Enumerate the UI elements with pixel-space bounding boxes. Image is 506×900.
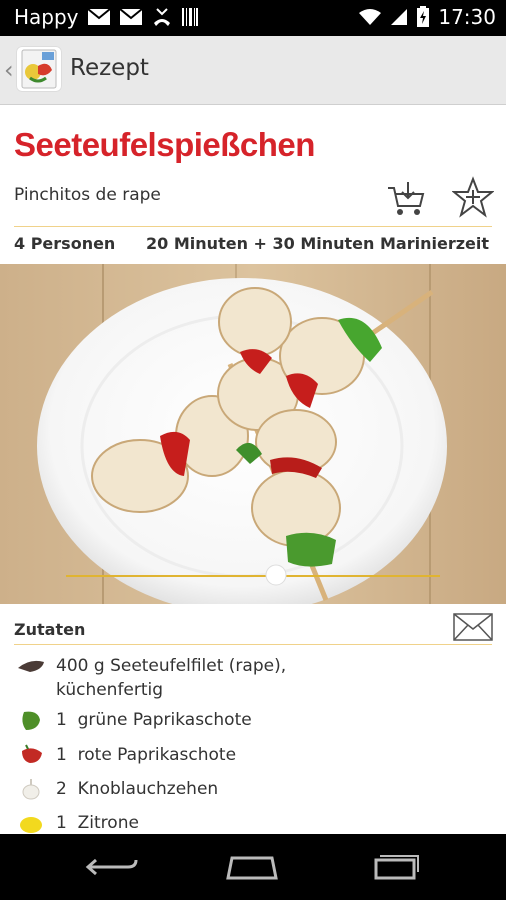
navigation-bar bbox=[0, 834, 506, 900]
recent-apps-icon[interactable] bbox=[366, 852, 426, 882]
ingredient-item: 400 g Seeteufelfilet (rape), küchenferti… bbox=[14, 654, 494, 704]
home-icon[interactable] bbox=[222, 852, 282, 882]
ingredient-item: 1 Zitrone bbox=[14, 811, 494, 834]
back-chevron-icon[interactable]: ‹ bbox=[4, 56, 14, 84]
recipe-title: Seeteufelspießchen bbox=[14, 126, 315, 163]
ingredient-item: 2 Knoblauchzehen bbox=[14, 777, 494, 807]
ingredient-name: rote Paprikaschote bbox=[77, 745, 237, 765]
recipe-content[interactable]: Seeteufelspießchen Pinchitos de rape 4 P… bbox=[0, 104, 506, 834]
status-bar: Happy 17:30 bbox=[0, 0, 506, 36]
ingredient-name-cont: küchenfertig bbox=[56, 680, 164, 700]
ingredient-item: 1 rote Paprikaschote bbox=[14, 743, 494, 773]
barcode-icon bbox=[181, 8, 198, 26]
ingredient-name: Seeteufelfilet (rape), bbox=[110, 656, 287, 676]
red-pepper-icon bbox=[22, 744, 42, 763]
wifi-icon bbox=[359, 9, 382, 25]
fish-fillet-icon bbox=[18, 660, 44, 672]
status-right: 17:30 bbox=[358, 5, 496, 29]
email-icon[interactable] bbox=[452, 612, 494, 642]
mail-notification-icon bbox=[86, 8, 111, 25]
ingredient-amount: 1 bbox=[56, 813, 67, 833]
ingredients-header: Zutaten bbox=[14, 620, 86, 639]
lemon-icon bbox=[20, 817, 42, 833]
divider bbox=[14, 644, 492, 645]
image-slider-thumb[interactable] bbox=[265, 564, 287, 586]
back-icon[interactable] bbox=[82, 852, 142, 882]
missed-call-icon bbox=[153, 8, 170, 26]
add-to-cart-icon[interactable] bbox=[386, 178, 426, 218]
action-bar: ‹ Rezept bbox=[0, 36, 506, 105]
signal-icon bbox=[391, 9, 408, 25]
garlic-icon bbox=[22, 779, 40, 800]
green-pepper-icon bbox=[22, 711, 40, 730]
favorite-star-icon[interactable] bbox=[452, 176, 494, 218]
ingredient-amount: 2 bbox=[56, 779, 67, 799]
ingredient-amount: 1 bbox=[56, 710, 67, 730]
battery-icon bbox=[417, 6, 430, 27]
ingredient-name: Zitrone bbox=[77, 813, 139, 833]
mail-notification-icon-2 bbox=[118, 8, 143, 25]
ingredient-amount: 1 bbox=[56, 745, 67, 765]
ingredient-amount: 400 g bbox=[56, 656, 105, 676]
recipe-photo bbox=[0, 264, 506, 604]
time-label: 20 Minuten + 30 Minuten Marinierzeit bbox=[146, 234, 489, 253]
ingredient-name: Knoblauchzehen bbox=[77, 779, 219, 799]
recipe-subtitle: Pinchitos de rape bbox=[14, 185, 161, 205]
status-left: Happy bbox=[14, 5, 199, 29]
servings-label: 4 Personen bbox=[14, 234, 116, 253]
app-logo-icon[interactable] bbox=[16, 46, 62, 92]
actionbar-title: Rezept bbox=[70, 55, 149, 81]
divider bbox=[14, 226, 492, 227]
ingredient-name: grüne Paprikaschote bbox=[77, 710, 252, 730]
carrier-name: Happy bbox=[14, 5, 79, 29]
ingredient-item: 1 grüne Paprikaschote bbox=[14, 708, 494, 738]
clock: 17:30 bbox=[438, 5, 496, 29]
